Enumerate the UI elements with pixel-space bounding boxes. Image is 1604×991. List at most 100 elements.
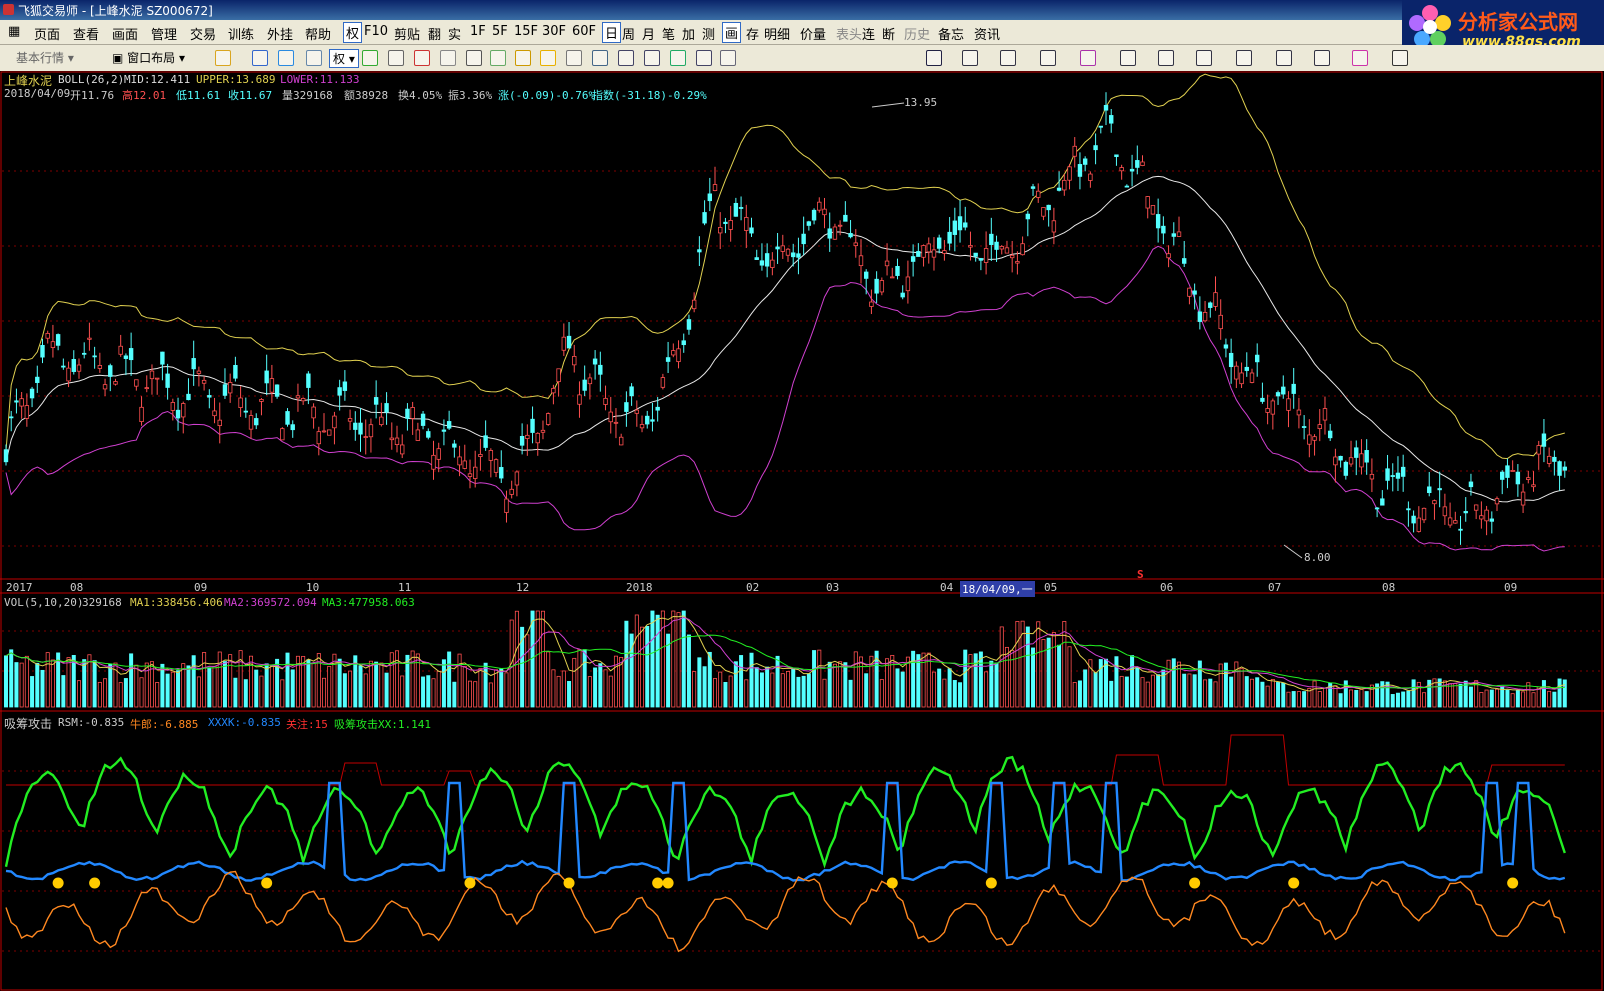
x-chart-icon[interactable] [388,50,404,66]
menu-item-27[interactable]: 价量 [800,24,826,43]
candle-body [431,454,436,470]
copy-icon[interactable] [440,50,456,66]
smiley-signal-icon [464,877,476,889]
green-chart-icon[interactable] [362,50,378,66]
cursor-icon[interactable] [926,50,942,66]
window-layout-button[interactable]: ▣ 窗口布局 ▾ [112,49,185,66]
candle-body [1082,158,1088,165]
volume-bar [535,610,540,708]
menu-item-1[interactable]: 查看 [73,24,99,43]
vol-value: 329168 [82,596,122,609]
list-icon[interactable] [414,50,430,66]
menu-item-23[interactable]: 测 [702,24,715,43]
box-icon[interactable] [720,50,736,66]
candle-body [1119,167,1124,172]
menu-item-19[interactable]: 周 [622,24,635,43]
menu-app-icon[interactable]: ▦ [8,24,20,39]
draw-line-icon[interactable] [962,50,978,66]
candle-body [233,365,238,379]
time-axis-label: 11 [398,581,412,594]
menu-item-8[interactable]: 权 [343,22,363,43]
ruler-icon[interactable] [306,50,322,66]
menu-item-4[interactable]: 交易 [190,24,216,43]
circle-icon[interactable] [1236,50,1252,66]
menu-item-20[interactable]: 月 [642,24,655,43]
menu-item-12[interactable]: 实 [448,24,461,43]
volume-bar [765,666,770,708]
menu-item-13[interactable]: 1F [470,24,486,39]
menu-item-33[interactable]: 资讯 [974,24,1000,43]
coins-icon[interactable] [515,50,531,66]
menu-item-31[interactable]: 历史 [904,24,930,43]
menu-item-15[interactable]: 15F [514,24,538,39]
menu-item-16[interactable]: 30F [542,24,566,39]
volume-bar [1083,669,1088,708]
menu-item-17[interactable]: 60F [572,24,596,39]
volume-bar [311,662,316,708]
candle-body [300,398,306,402]
menu-item-26[interactable]: 明细 [764,24,790,43]
menu-item-25[interactable]: 存 [746,24,759,43]
shape-icon[interactable] [1314,50,1330,66]
candle-body [139,406,144,422]
warning-icon[interactable] [540,50,556,66]
menu-item-11[interactable]: 翻 [428,24,441,43]
time-axis-label: 2018 [626,581,653,594]
basic-quotes-button[interactable]: 基本行情 ▾ [16,49,74,66]
hline-icon[interactable] [1000,50,1016,66]
window-icon[interactable] [696,50,712,66]
volume-bar [1406,690,1411,708]
candle-body [1296,409,1302,416]
volume-bar [1411,679,1416,708]
menu-item-2[interactable]: 画面 [112,24,138,43]
line-chart2-icon[interactable] [670,50,686,66]
smiley-signal-icon [261,877,273,889]
menu-item-28[interactable]: 表头 [836,24,862,43]
menu-item-32[interactable]: 备忘 [938,24,964,43]
candle-body [379,416,384,426]
menu-item-6[interactable]: 外挂 [267,24,293,43]
menu-item-7[interactable]: 帮助 [305,24,331,43]
menu-item-5[interactable]: 训练 [228,24,254,43]
candle-body [879,280,885,293]
rect-icon[interactable] [1196,50,1212,66]
fan-icon[interactable] [1080,50,1096,66]
volume-bar [640,626,645,708]
menu-item-10[interactable]: 剪贴 [394,24,420,43]
volume-bar [858,656,863,708]
grid-icon[interactable] [592,50,608,66]
chart-area[interactable]: 上峰水泥 BOLL(26,2) MID:12.411 UPPER:13.689 … [0,71,1604,991]
text-icon[interactable] [1276,50,1292,66]
menu-item-18[interactable]: 日 [602,22,622,43]
doc-icon[interactable] [466,50,482,66]
menu-item-21[interactable]: 笔 [662,24,675,43]
gear-icon[interactable] [566,50,582,66]
folder-icon[interactable] [215,50,231,66]
menu-item-3[interactable]: 管理 [151,24,177,43]
parallel-icon[interactable] [1158,50,1174,66]
bars-icon[interactable] [252,50,268,66]
candle-body [905,276,911,292]
channel-icon[interactable] [1120,50,1136,66]
volume-bar [1229,676,1234,708]
menu-item-9[interactable]: F10 [364,24,388,39]
crosshair-icon[interactable] [278,50,294,66]
palette-icon[interactable] [1352,50,1368,66]
volume-bar [984,671,989,708]
candle-body [1515,471,1521,485]
stack-icon[interactable] [490,50,506,66]
info-low: 低11.61 [176,89,221,102]
menu-item-14[interactable]: 5F [492,24,508,39]
line-chart-icon[interactable] [644,50,660,66]
menu-item-30[interactable]: 断 [882,24,895,43]
candle-body [566,335,572,349]
menu-item-22[interactable]: 加 [682,24,695,43]
vlines-icon[interactable] [1040,50,1056,66]
menu-item-24[interactable]: 画 [722,22,742,43]
rights-dropdown[interactable]: 权 ▾ [329,49,359,68]
menu-item-0[interactable]: 页面 [34,24,60,43]
table-icon[interactable] [618,50,634,66]
menu-item-29[interactable]: 连 [862,24,875,43]
boll-mid: MID:12.411 [124,73,191,86]
save-icon[interactable] [1392,50,1408,66]
